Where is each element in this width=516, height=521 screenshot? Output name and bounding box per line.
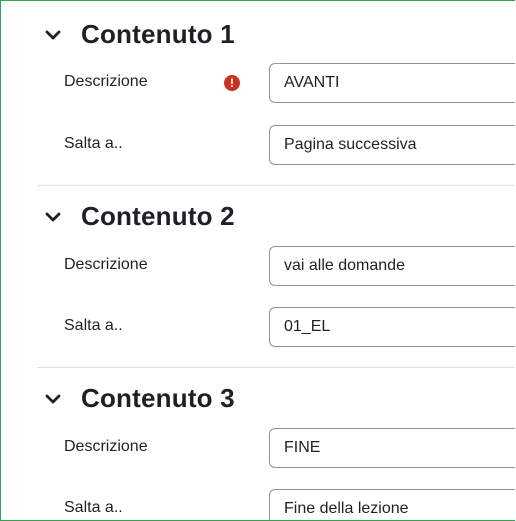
chevron-down-icon[interactable]: [45, 392, 61, 406]
required-icon: !: [224, 75, 240, 91]
chevron-down-icon[interactable]: [45, 28, 61, 42]
description-label: Descrizione: [64, 256, 148, 273]
section-divider: [37, 367, 515, 368]
section-divider: [37, 185, 515, 186]
description-input[interactable]: [269, 428, 515, 468]
section-title: Contenuto 2: [81, 201, 235, 231]
chevron-down-icon[interactable]: [45, 210, 61, 224]
form-panel: Contenuto 1 Descrizione ! Salta a.. Cont…: [0, 0, 515, 521]
section-header[interactable]: Contenuto 2: [45, 201, 235, 232]
jump-row: Salta a..: [1, 125, 515, 167]
description-row: Descrizione: [1, 428, 515, 470]
jump-label: Salta a..: [64, 317, 123, 334]
jump-row: Salta a..: [1, 489, 515, 520]
jump-select[interactable]: [269, 489, 515, 520]
description-input[interactable]: [269, 63, 515, 103]
jump-select[interactable]: [269, 307, 515, 347]
jump-row: Salta a..: [1, 307, 515, 349]
section-header[interactable]: Contenuto 3: [45, 383, 235, 414]
jump-select[interactable]: [269, 125, 515, 165]
section-title: Contenuto 1: [81, 19, 235, 49]
description-label: Descrizione: [64, 438, 148, 455]
section-title: Contenuto 3: [81, 383, 235, 413]
description-label: Descrizione: [64, 73, 148, 90]
description-row: Descrizione: [1, 246, 515, 288]
jump-label: Salta a..: [64, 135, 123, 152]
section-header[interactable]: Contenuto 1: [45, 19, 235, 50]
jump-label: Salta a..: [64, 499, 123, 516]
description-input[interactable]: [269, 246, 515, 286]
description-row: Descrizione !: [1, 63, 515, 105]
